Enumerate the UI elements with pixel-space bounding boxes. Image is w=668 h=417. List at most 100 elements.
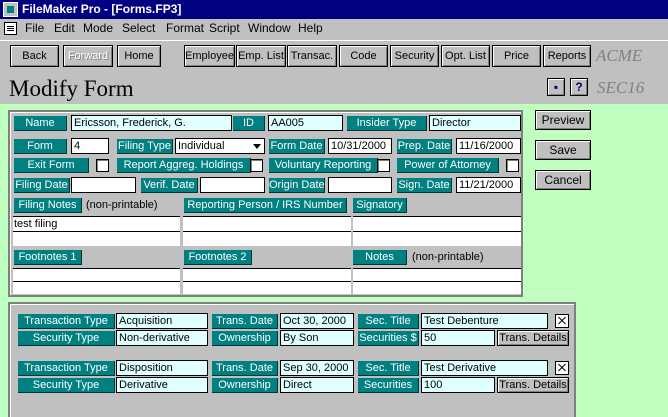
window-titlebar: FileMaker Pro - [Forms.FP3] <box>0 0 668 19</box>
footnotes1-area[interactable] <box>13 268 180 294</box>
report-aggreg-label: Report Aggreg. Holdings <box>117 158 251 173</box>
delete-transaction-icon[interactable] <box>555 361 569 375</box>
ownership-field[interactable]: By Son <box>280 330 354 346</box>
footnotes2-area[interactable] <box>183 268 351 294</box>
trans-date-label: Trans. Date <box>212 314 278 329</box>
code-button[interactable]: Code <box>339 45 388 67</box>
form-date-field[interactable]: 10/31/2000 <box>328 138 392 154</box>
security-type-label: Security Type <box>18 331 115 346</box>
prep-date-field[interactable]: 11/16/2000 <box>456 138 521 154</box>
reporting-person-label: Reporting Person / IRS Number <box>184 198 347 213</box>
exit-form-checkbox[interactable] <box>96 159 109 172</box>
menu-edit[interactable]: Edit <box>54 19 75 38</box>
name-field[interactable]: Ericsson, Frederick, G. <box>71 115 232 131</box>
save-button[interactable]: Save <box>535 140 591 160</box>
power-of-attorney-checkbox[interactable] <box>506 159 519 172</box>
document-icon[interactable] <box>4 22 17 35</box>
exit-form-label: Exit Form <box>14 158 89 173</box>
report-aggreg-checkbox[interactable] <box>250 159 263 172</box>
form-panel: Name Ericsson, Frederick, G. ID AA005 In… <box>8 110 523 297</box>
securities-field[interactable]: 50 <box>421 330 495 346</box>
window-title: FileMaker Pro - [Forms.FP3] <box>22 2 182 16</box>
id-label: ID <box>233 116 265 131</box>
security-type-field[interactable]: Non-derivative <box>116 330 208 346</box>
form-label: Form <box>14 139 67 154</box>
insider-type-field[interactable]: Director <box>429 115 521 131</box>
transaction-type-field[interactable]: Acquisition <box>116 313 208 329</box>
ownership-field[interactable]: Direct <box>280 377 354 393</box>
acme-logo: ACME <box>596 46 643 65</box>
filemaker-icon[interactable] <box>3 2 18 17</box>
preview-button[interactable]: Preview <box>535 110 591 130</box>
securities-field[interactable]: 100 <box>421 377 495 393</box>
filing-notes-label: Filing Notes <box>14 198 82 213</box>
voluntary-reporting-checkbox[interactable] <box>377 159 390 172</box>
verif-date-label: Verif. Date <box>141 178 198 193</box>
origin-date-field[interactable] <box>328 177 392 193</box>
page-header: Modify Form ▪ ? SEC16 <box>0 70 668 104</box>
securities-label: Securities $ <box>358 331 419 346</box>
page-title: Modify Form <box>9 76 134 101</box>
menu-window[interactable]: Window <box>248 19 291 38</box>
signatory-area[interactable] <box>353 216 521 246</box>
sec-title-field[interactable]: Test Derivative <box>421 360 548 376</box>
back-button[interactable]: Back <box>10 45 59 67</box>
home-button[interactable]: Home <box>117 45 161 67</box>
main-area: Name Ericsson, Frederick, G. ID AA005 In… <box>0 104 668 417</box>
filing-type-label: Filing Type <box>117 139 173 154</box>
menu-select[interactable]: Select <box>122 19 155 38</box>
filing-type-value: Individual <box>178 140 225 152</box>
filing-date-field[interactable] <box>71 177 136 193</box>
book-icon[interactable]: ▪ <box>547 78 565 96</box>
reporting-person-area[interactable] <box>183 216 351 246</box>
verif-date-field[interactable] <box>200 177 265 193</box>
trans-details-button[interactable]: Trans. Details <box>497 330 569 346</box>
notes-note: (non-printable) <box>412 251 484 263</box>
menu-bar: File Edit Mode Select Format Script Wind… <box>0 19 668 38</box>
filing-notes-text: test filing <box>14 218 58 230</box>
ownership-label: Ownership <box>212 331 278 346</box>
menu-format[interactable]: Format <box>166 19 204 38</box>
filing-type-select[interactable]: Individual <box>175 138 265 154</box>
security-button[interactable]: Security <box>390 45 439 67</box>
delete-transaction-icon[interactable] <box>555 314 569 328</box>
transaction-type-field[interactable]: Disposition <box>116 360 208 376</box>
prep-date-label: Prep. Date <box>397 139 452 154</box>
opt-list-button[interactable]: Opt. List <box>441 45 490 67</box>
sign-date-field[interactable]: 11/21/2000 <box>456 177 521 193</box>
security-type-field[interactable]: Derivative <box>116 377 208 393</box>
reports-button[interactable]: Reports <box>543 45 591 67</box>
employee-button[interactable]: Employee <box>184 45 235 67</box>
price-button[interactable]: Price <box>492 45 541 67</box>
sec-title-field[interactable]: Test Debenture <box>421 313 548 329</box>
filing-notes-area[interactable]: test filing <box>13 216 180 246</box>
notes-area[interactable] <box>353 268 521 294</box>
sign-date-label: Sign. Date <box>397 178 452 193</box>
signatory-label: Signatory <box>353 198 407 213</box>
notes-label: Notes <box>353 250 407 265</box>
cancel-button[interactable]: Cancel <box>535 170 591 190</box>
id-field[interactable]: AA005 <box>268 115 343 131</box>
navigation-bar: Back Forward Home Employee Emp. List Tra… <box>0 40 668 70</box>
voluntary-reporting-label: Voluntary Reporting <box>269 158 378 173</box>
trans-date-field[interactable]: Sep 30, 2000 <box>280 360 354 376</box>
transaction-type-label: Transaction Type <box>18 361 115 376</box>
filing-notes-note: (non-printable) <box>86 199 158 211</box>
chevron-down-icon[interactable] <box>253 144 261 149</box>
form-field[interactable]: 4 <box>71 138 109 154</box>
emp-list-button[interactable]: Emp. List <box>236 45 286 67</box>
menu-mode[interactable]: Mode <box>83 19 113 38</box>
transac-button[interactable]: Transac. <box>287 45 337 67</box>
security-type-label: Security Type <box>18 378 115 393</box>
menu-script[interactable]: Script <box>209 19 240 38</box>
menu-file[interactable]: File <box>25 19 44 38</box>
trans-details-button[interactable]: Trans. Details <box>497 377 569 393</box>
sec-title-label: Sec. Title <box>358 314 419 329</box>
forward-button[interactable]: Forward <box>63 45 113 67</box>
menu-help[interactable]: Help <box>298 19 323 38</box>
transaction-type-label: Transaction Type <box>18 314 115 329</box>
help-icon[interactable]: ? <box>570 78 588 96</box>
trans-date-field[interactable]: Oct 30, 2000 <box>280 313 354 329</box>
power-of-attorney-label: Power of Attorney <box>397 158 499 173</box>
origin-date-label: Origin Date <box>269 178 325 193</box>
